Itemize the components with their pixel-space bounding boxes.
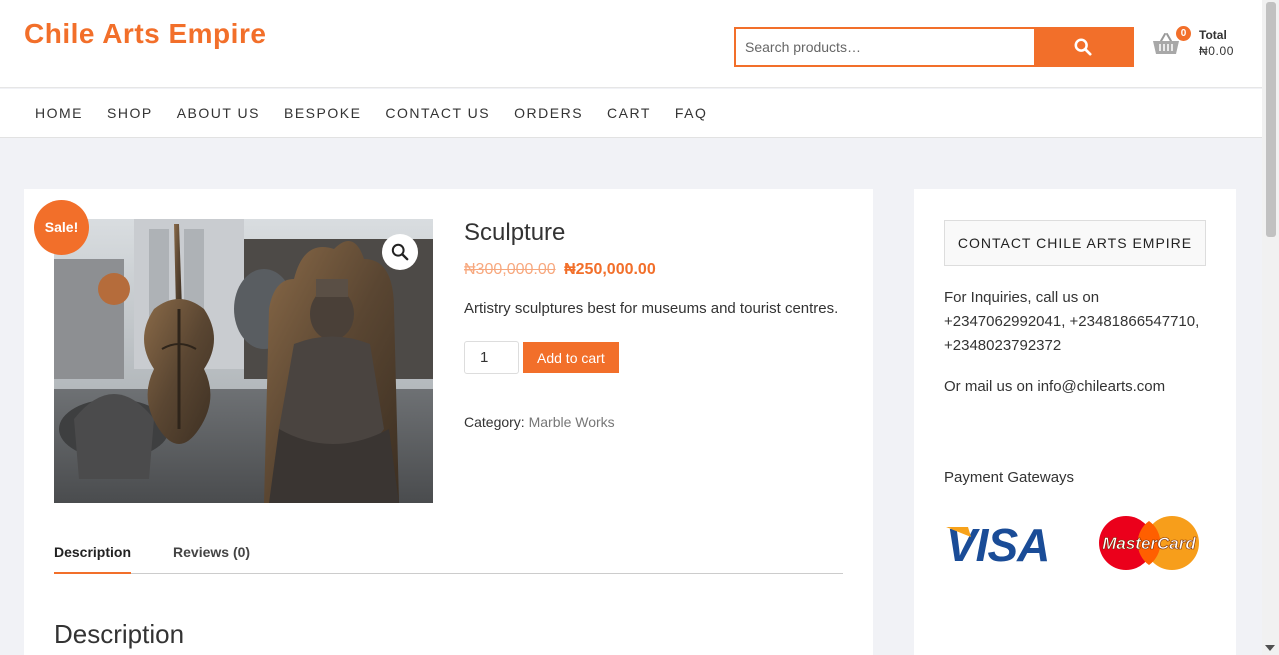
- search-icon: [1074, 38, 1092, 56]
- nav-shop[interactable]: SHOP: [95, 105, 165, 121]
- tab-description[interactable]: Description: [54, 531, 132, 574]
- product-short-description: Artistry sculptures best for museums and…: [464, 300, 839, 317]
- product-summary: Sculpture ₦300,000.00 ₦250,000.00 Artist…: [464, 219, 844, 430]
- sale-badge: Sale!: [34, 200, 89, 255]
- product-title: Sculpture: [464, 219, 566, 246]
- product-meta: Category: Marble Works: [464, 414, 844, 430]
- header-cart[interactable]: 0 Total ₦0.00: [1152, 26, 1252, 66]
- mastercard-logo-text: MasterCard: [1102, 534, 1196, 553]
- nav-contact-us[interactable]: CONTACT US: [373, 105, 502, 121]
- category-link[interactable]: Marble Works: [529, 414, 615, 430]
- old-price: ₦300,000.00: [464, 261, 556, 278]
- scroll-down-arrow-icon[interactable]: [1265, 645, 1275, 651]
- add-to-cart-form: Add to cart: [464, 341, 844, 374]
- quantity-input[interactable]: [464, 341, 519, 374]
- zoom-icon: [391, 243, 409, 261]
- add-to-cart-button[interactable]: Add to cart: [523, 342, 619, 373]
- contact-email: Or mail us on info@chilearts.com: [944, 378, 1166, 395]
- nav-about-us[interactable]: ABOUT US: [165, 105, 272, 121]
- nav-orders[interactable]: ORDERS: [502, 105, 595, 121]
- cart-total-label: Total: [1199, 28, 1227, 42]
- main-nav: HOME SHOP ABOUT US BESPOKE CONTACT US OR…: [0, 89, 1262, 138]
- visa-logo: VISA: [946, 519, 1050, 567]
- product-photo-illustration: [54, 219, 433, 503]
- site-header: Chile Arts Empire 0 Total ₦0.00: [0, 0, 1262, 88]
- search-form: [734, 27, 1134, 67]
- category-label: Category:: [464, 414, 525, 430]
- nav-bespoke[interactable]: BESPOKE: [272, 105, 373, 121]
- page-scrollbar[interactable]: [1262, 0, 1279, 655]
- tab-reviews[interactable]: Reviews (0): [173, 531, 250, 574]
- search-input[interactable]: [736, 29, 1034, 65]
- contact-phones: For Inquiries, call us on +2347062992041…: [944, 289, 1200, 354]
- sale-price: ₦250,000.00: [564, 261, 656, 278]
- product-image[interactable]: [54, 219, 433, 503]
- cart-total-value: ₦0.00: [1199, 44, 1235, 58]
- zoom-button[interactable]: [382, 234, 418, 270]
- payment-gateways-label: Payment Gateways: [944, 469, 1075, 486]
- site-logo[interactable]: Chile Arts Empire: [24, 18, 266, 50]
- cart-count-badge: 0: [1176, 26, 1191, 41]
- nav-home[interactable]: HOME: [23, 105, 95, 121]
- mastercard-logo: MasterCard: [1099, 516, 1199, 570]
- product-price: ₦300,000.00 ₦250,000.00: [464, 261, 844, 279]
- sidebar: CONTACT CHILE ARTS EMPIRE For Inquiries,…: [914, 189, 1236, 655]
- product-tabs: Description Reviews (0): [54, 531, 843, 574]
- scrollbar-thumb[interactable]: [1266, 2, 1276, 237]
- nav-faq[interactable]: FAQ: [663, 105, 720, 121]
- nav-cart[interactable]: CART: [595, 105, 663, 121]
- description-heading: Description: [54, 619, 185, 649]
- product-panel: Sale! Sculpture ₦300,000.00 ₦250,000.00 …: [24, 189, 873, 655]
- search-button[interactable]: [1034, 29, 1132, 65]
- contact-widget-title: CONTACT CHILE ARTS EMPIRE: [944, 220, 1206, 266]
- visa-logo-text: VISA: [946, 519, 1049, 567]
